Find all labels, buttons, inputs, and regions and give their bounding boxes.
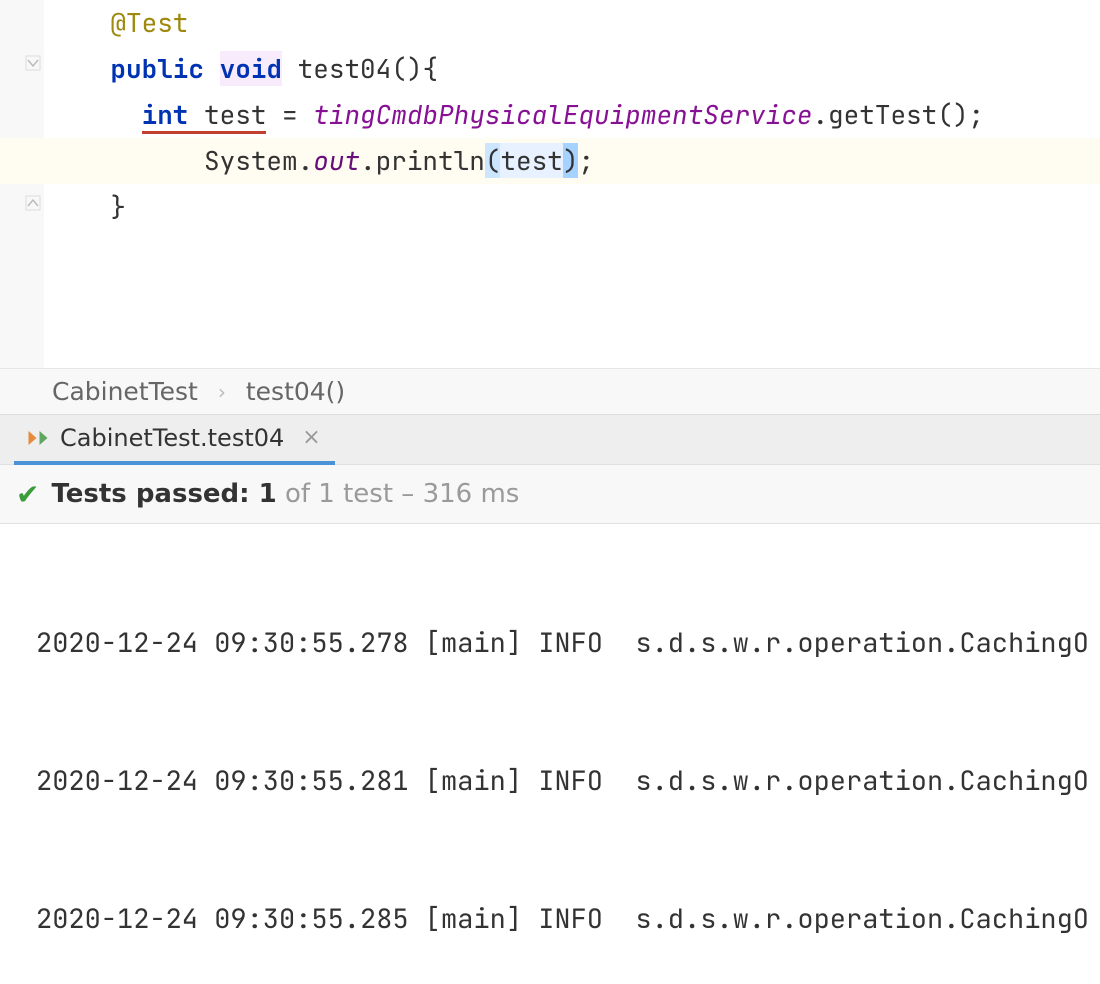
tests-passed-suffix: of 1 test – 316 ms [277, 479, 520, 509]
run-tab-active[interactable]: CabinetTest.test04 × [14, 415, 335, 465]
out-ref: out [313, 143, 360, 178]
get-test-call: .getTest(); [812, 97, 984, 132]
run-config-icon [28, 428, 50, 448]
kw-public: public [110, 51, 204, 86]
editor-gutter[interactable] [0, 0, 44, 368]
system-ref: System. [204, 143, 313, 178]
kw-void: void [220, 51, 282, 86]
paren-right: ) [563, 143, 579, 178]
close-brace: } [110, 189, 126, 224]
console-line: 2020-12-24 09:30:55.285 [main] INFO s.d.… [36, 896, 1100, 942]
service-ref: tingCmdbPhysicalEquipmentService [313, 97, 812, 132]
breadcrumb-class[interactable]: CabinetTest [52, 377, 198, 406]
run-tab-bar: CabinetTest.test04 × [0, 414, 1100, 464]
run-tab-label: CabinetTest.test04 [60, 424, 284, 452]
console-output[interactable]: 2020-12-24 09:30:55.278 [main] INFO s.d.… [0, 524, 1100, 984]
method-signature: test04(){ [298, 51, 438, 86]
close-icon[interactable]: × [302, 425, 320, 450]
check-icon: ✔ [16, 478, 39, 511]
kw-int: int [142, 97, 189, 132]
code-area[interactable]: @Test public void test04(){ int test = t… [44, 0, 1100, 368]
var-name: test [204, 97, 266, 132]
assign-op: = [266, 97, 313, 132]
println-ref: .println [360, 143, 485, 178]
semi: ; [578, 143, 594, 178]
chevron-right-icon: › [218, 380, 226, 404]
paren-left: ( [485, 143, 501, 178]
fold-collapse-icon[interactable] [24, 194, 42, 212]
tests-passed-prefix: Tests passed: [51, 479, 258, 509]
test-results-header: ✔ Tests passed: 1 of 1 test – 316 ms [0, 464, 1100, 524]
console-line: 2020-12-24 09:30:55.278 [main] INFO s.d.… [36, 620, 1100, 666]
println-arg: test [500, 143, 562, 178]
breadcrumb[interactable]: CabinetTest › test04() [0, 368, 1100, 414]
console-line: 2020-12-24 09:30:55.281 [main] INFO s.d.… [36, 758, 1100, 804]
tests-passed-count: 1 [259, 479, 277, 509]
code-editor[interactable]: @Test public void test04(){ int test = t… [0, 0, 1100, 368]
breadcrumb-method[interactable]: test04() [246, 377, 345, 406]
annotation: @Test [110, 5, 188, 40]
fold-expand-icon[interactable] [24, 54, 42, 72]
